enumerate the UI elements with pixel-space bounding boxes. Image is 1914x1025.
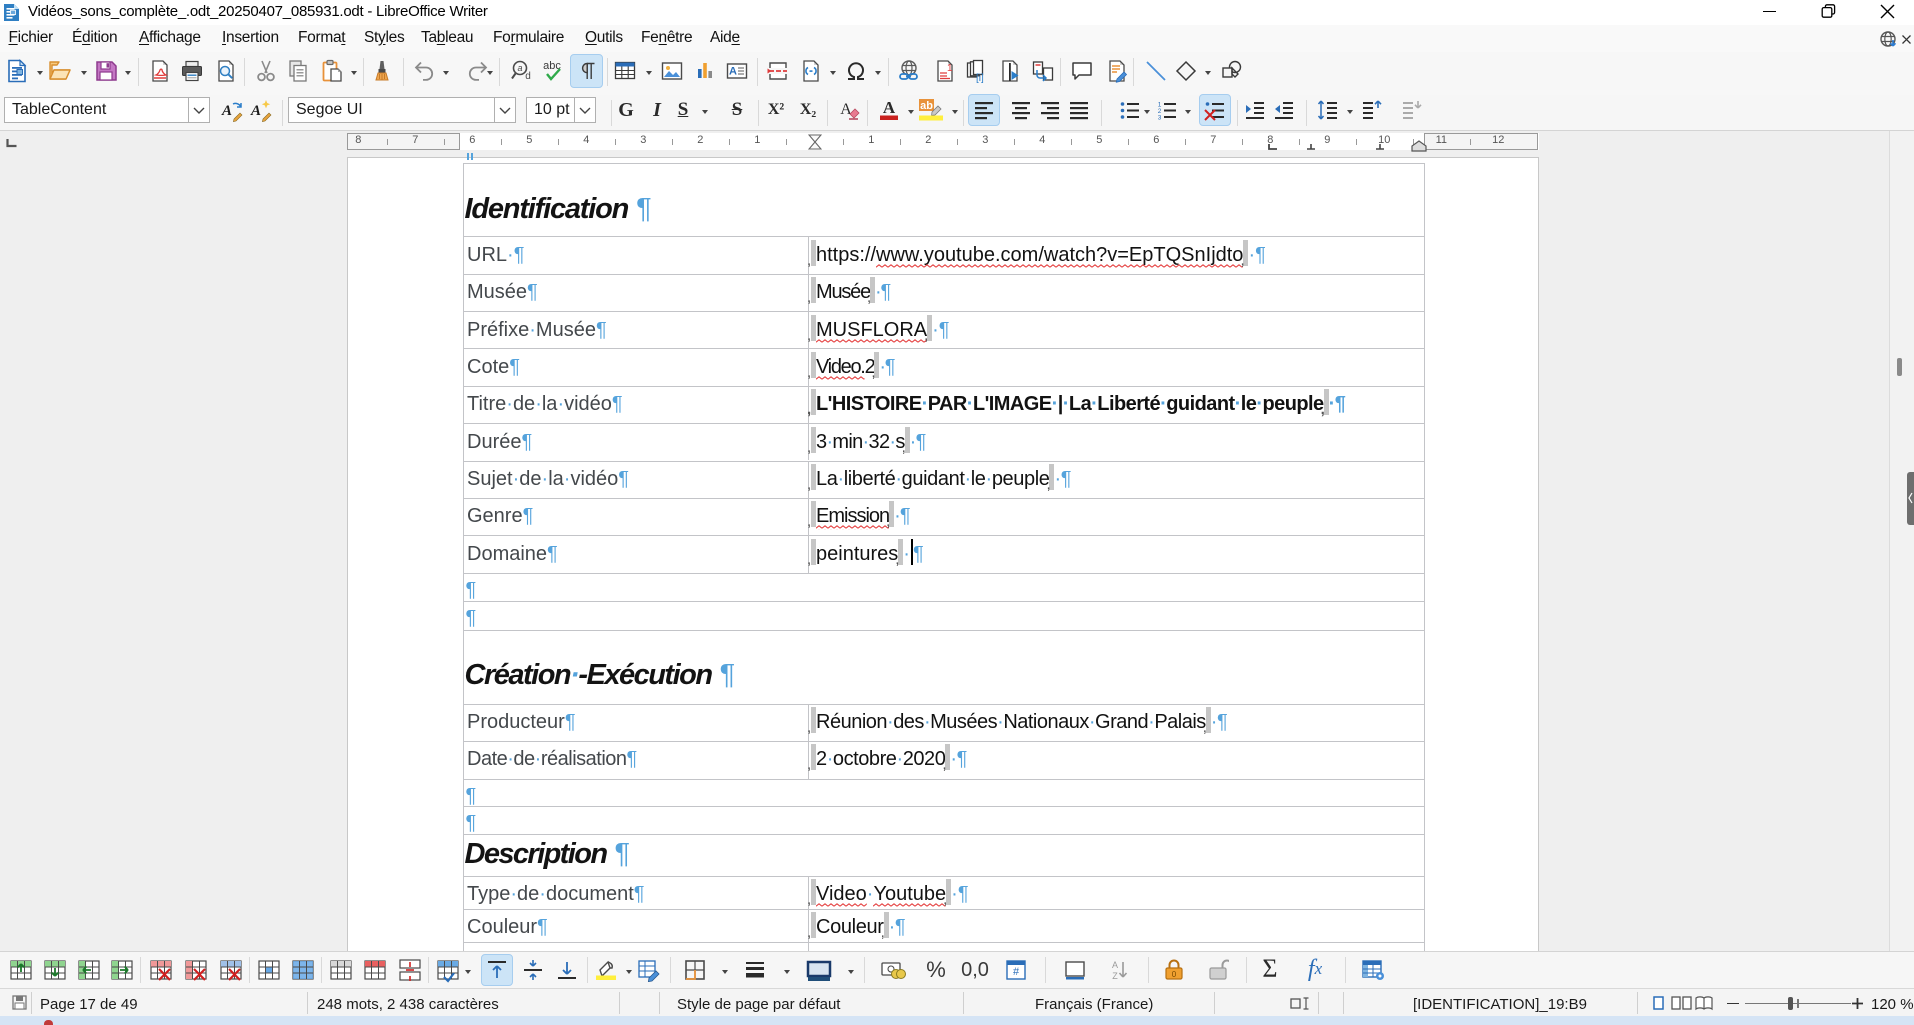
svg-text:ab: ab <box>920 100 933 112</box>
svg-text:0: 0 <box>1172 970 1177 979</box>
svg-text:3: 3 <box>1158 115 1162 122</box>
svg-text:A: A <box>1112 960 1118 970</box>
svg-text:Z: Z <box>1112 971 1118 981</box>
svg-text:a: a <box>517 63 522 73</box>
svg-text:d: d <box>525 71 531 82</box>
svg-text:A: A <box>729 66 737 78</box>
svg-text:1: 1 <box>947 63 953 74</box>
svg-text:A: A <box>221 103 232 119</box>
svg-text:#: # <box>1013 966 1020 978</box>
svg-text:A: A <box>840 101 852 118</box>
svg-text:A: A <box>883 98 896 117</box>
svg-text:[i]: [i] <box>976 73 984 83</box>
svg-text:A: A <box>250 103 261 119</box>
